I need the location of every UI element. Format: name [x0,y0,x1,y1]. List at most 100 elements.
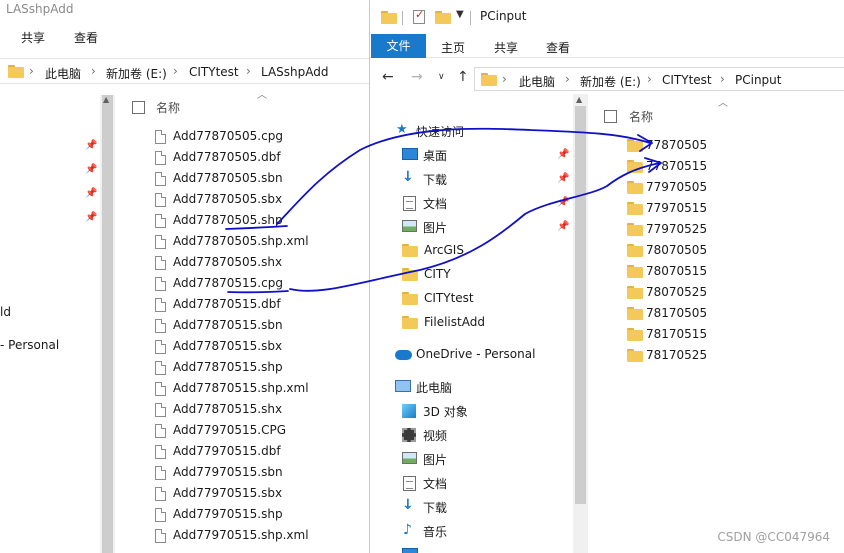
file-name: Add77970515.dbf [173,444,281,458]
file-icon [155,151,166,165]
chevron-down-icon[interactable]: ▼ [456,9,464,20]
3d-objects-icon [402,404,416,418]
left-tab-view[interactable]: 查看 [74,29,98,46]
scrollbar-thumb[interactable] [102,95,113,553]
folder-icon [627,328,643,341]
tab-home[interactable]: 主页 [441,39,465,56]
column-header-name[interactable]: 名称 [156,99,180,116]
file-icon [155,256,166,270]
folder-name: 78170505 [646,306,708,320]
scrollbar-thumb[interactable] [575,106,586,504]
file-name: Add77870515.shx [173,402,283,416]
nav-item-label: 3D 对象 [423,405,468,419]
file-icon [155,424,166,438]
breadcrumb-this-pc[interactable]: 此电脑 [45,65,81,82]
download-icon: ↓ [402,169,414,185]
left-tab-share[interactable]: 共享 [21,29,45,46]
chevron-right-icon: › [565,72,570,86]
select-all-checkbox[interactable] [132,101,145,114]
folder-name: 78070505 [646,243,708,257]
folder-name: 78170525 [646,348,708,362]
back-arrow-icon[interactable]: ← [382,69,394,85]
pin-icon[interactable]: 📌 [85,140,97,151]
video-icon [402,428,416,442]
file-name: Add77970515.shp.xml [173,528,309,542]
pin-icon[interactable]: 📌 [85,212,97,223]
sort-caret-icon: ︿ [257,90,267,101]
folder-icon [627,181,643,194]
chevron-down-icon[interactable]: ∨ [438,72,445,82]
folder-icon [627,202,643,215]
document-icon [403,476,416,491]
tab-view[interactable]: 查看 [546,39,570,56]
pin-icon[interactable]: 📌 [557,173,569,184]
computer-icon [395,380,411,392]
folder-name: 77870505 [646,138,708,152]
left-nav-scrollbar[interactable]: ▲ [100,95,115,553]
nav-item-label: 视频 [423,429,448,443]
file-icon [155,193,166,207]
pin-icon[interactable]: 📌 [85,164,97,175]
file-name: Add77870515.cpg [173,276,283,290]
window-title: PCinput [480,9,527,23]
nav-item-partial[interactable]: ld [0,305,11,319]
breadcrumb-drive[interactable]: 新加卷 (E:) [580,73,641,90]
file-name: Add77870505.sbx [173,192,283,206]
title-bar: ✓ ▼ PCinput [370,0,844,34]
file-icon [155,235,166,249]
nav-item-onedrive-partial[interactable]: - Personal [0,338,59,352]
file-icon [155,298,166,312]
scroll-up-arrow-icon[interactable]: ▲ [576,95,582,104]
file-name: Add77870505.shp.xml [173,234,309,248]
forward-arrow-icon[interactable]: → [411,69,423,85]
file-name: Add77870505.sbn [173,171,283,185]
toolbar-separator [402,11,403,25]
column-header-name[interactable]: 名称 [629,108,653,125]
breadcrumb-drive[interactable]: 新加卷 (E:) [106,65,167,82]
left-address-bar[interactable]: › 此电脑 › 新加卷 (E:) › CITYtest › LASshpAdd [0,58,369,84]
address-bar[interactable]: › 此电脑 › 新加卷 (E:) › CITYtest › PCinput [474,67,844,91]
breadcrumb-this-pc[interactable]: 此电脑 [519,73,555,90]
up-arrow-icon[interactable]: ↑ [457,69,469,85]
folder-name: 77970515 [646,201,708,215]
file-icon [155,466,166,480]
navigation-bar: ← → ∨ ↑ › 此电脑 › 新加卷 (E:) › CITYtest › PC… [370,63,844,93]
folder-name: 77970525 [646,222,708,236]
right-explorer-window: ✓ ▼ PCinput 文件 主页 共享 查看 ← → ∨ ↑ › 此电脑 › … [369,0,844,553]
scroll-up-arrow-icon[interactable]: ▲ [103,95,109,104]
folder-name: 77970505 [646,180,708,194]
chevron-right-icon: › [246,64,251,78]
desktop-icon [402,148,418,160]
pin-icon[interactable]: 📌 [557,197,569,208]
chevron-right-icon: › [720,72,725,86]
pin-icon[interactable]: 📌 [85,188,97,199]
file-name: Add77870505.shp [173,213,283,227]
nav-item-label: 文档 [423,197,448,211]
tab-file[interactable]: 文件 [371,34,426,58]
folder-icon [402,292,418,305]
breadcrumb-citytest[interactable]: CITYtest [662,73,712,87]
breadcrumb-lasshpadd[interactable]: LASshpAdd [261,65,329,79]
file-icon [155,445,166,459]
nav-item-label: 下载 [423,501,448,515]
select-all-checkbox[interactable] [604,110,617,123]
nav-pane-scrollbar[interactable]: ▲ [573,94,588,553]
folder-icon [627,160,643,173]
file-name: Add77870515.shp.xml [173,381,309,395]
pin-icon[interactable]: 📌 [557,221,569,232]
pin-icon[interactable]: 📌 [557,149,569,160]
file-name: Add77870515.dbf [173,297,281,311]
file-name: Add77970515.CPG [173,423,287,437]
star-icon: ★ [396,122,408,137]
breadcrumb-pcinput[interactable]: PCinput [735,73,781,87]
folder-icon [627,139,643,152]
tab-share[interactable]: 共享 [494,39,518,56]
new-folder-icon[interactable] [435,11,451,24]
breadcrumb-citytest[interactable]: CITYtest [189,65,239,79]
file-icon [155,529,166,543]
chevron-right-icon: › [91,64,96,78]
file-icon [155,172,166,186]
check-icon: ✓ [415,8,425,21]
file-icon [155,340,166,354]
folder-icon [627,265,643,278]
